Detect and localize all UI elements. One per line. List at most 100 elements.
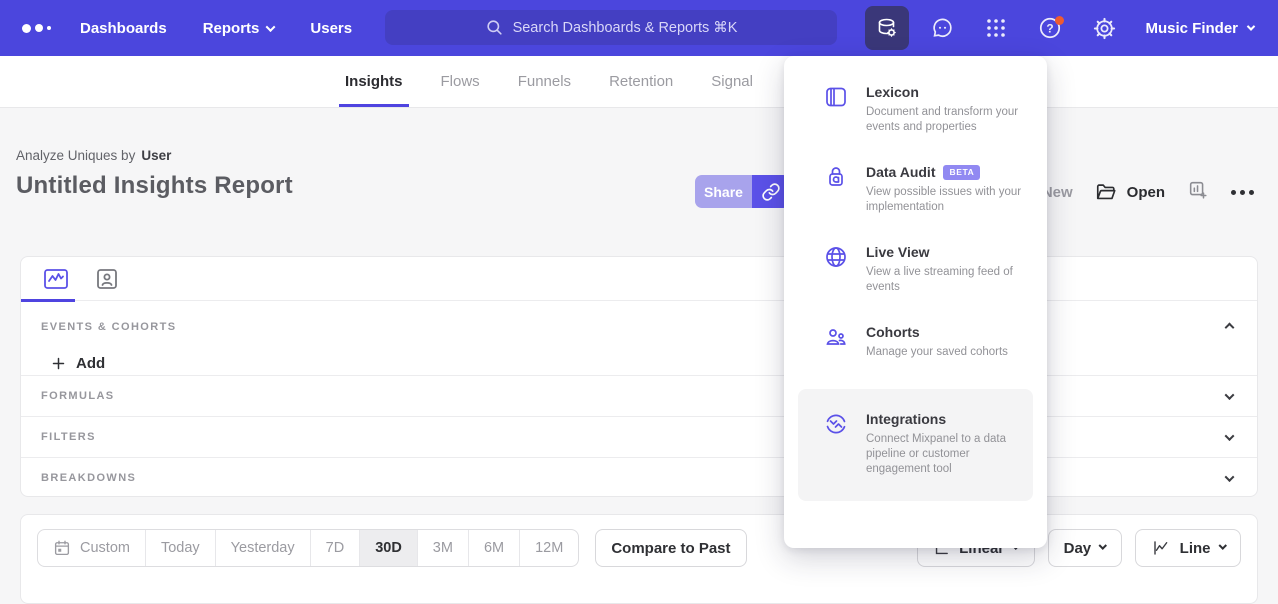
report-title[interactable]: Untitled Insights Report	[16, 172, 293, 200]
lexicon-book-icon	[824, 85, 848, 109]
range-7d[interactable]: 7D	[310, 530, 360, 566]
compare-label: Compare to Past	[611, 540, 730, 557]
tab-events-mode[interactable]	[43, 257, 69, 301]
nav-users[interactable]: Users	[310, 20, 352, 37]
line-chart-icon	[43, 267, 69, 291]
chevron-down-icon	[1247, 22, 1255, 30]
analyze-prefix: Analyze Uniques by	[16, 148, 135, 163]
top-navigation-bar: Dashboards Reports Users Search Dashboar…	[0, 0, 1278, 56]
menu-item-title: Lexicon	[866, 84, 919, 100]
workspace-selector[interactable]: Music Finder	[1145, 20, 1254, 37]
range-yesterday[interactable]: Yesterday	[215, 530, 310, 566]
share-button[interactable]: Share	[695, 175, 752, 208]
data-management-dropdown: Lexicon Document and transform your even…	[784, 56, 1047, 548]
expand-section-button[interactable]	[1222, 383, 1237, 409]
range-today[interactable]: Today	[145, 530, 215, 566]
tab-label: Signal	[711, 73, 753, 90]
chevron-down-icon	[1225, 431, 1235, 441]
section-formulas[interactable]: FORMULAS	[21, 375, 1257, 416]
integrations-sync-icon	[824, 412, 848, 436]
range-custom[interactable]: Custom	[38, 530, 145, 566]
more-options-button[interactable]	[1231, 190, 1254, 195]
tab-flows[interactable]: Flows	[441, 56, 480, 107]
add-event-button[interactable]: Add	[51, 355, 1237, 372]
beta-badge: BETA	[943, 165, 980, 180]
menu-item-live-view[interactable]: Live View View a live streaming feed of …	[784, 244, 1047, 295]
menu-item-integrations[interactable]: Integrations Connect Mixpanel to a data …	[798, 389, 1033, 501]
mixpanel-logo-icon[interactable]	[22, 24, 56, 33]
add-to-dashboard-button[interactable]	[1187, 179, 1209, 206]
range-6m[interactable]: 6M	[468, 530, 519, 566]
user-card-icon	[95, 267, 119, 291]
range-label: 30D	[375, 540, 402, 556]
menu-item-description: Connect Mixpanel to a data pipeline or c…	[866, 432, 1023, 477]
settings-button[interactable]	[1083, 6, 1125, 50]
calendar-icon	[53, 539, 71, 557]
tab-label: Flows	[441, 73, 480, 90]
tab-label: Insights	[345, 73, 403, 90]
range-label: 12M	[535, 540, 563, 556]
chevron-down-icon	[1225, 390, 1235, 400]
tab-users-mode[interactable]	[95, 257, 119, 301]
apps-grid-button[interactable]	[975, 6, 1017, 50]
tab-label: Retention	[609, 73, 673, 90]
range-30d[interactable]: 30D	[359, 530, 417, 566]
menu-item-description: Document and transform your events and p…	[866, 105, 1031, 135]
menu-item-description: View a live streaming feed of events	[866, 265, 1031, 295]
range-label: Today	[161, 540, 200, 556]
tab-insights[interactable]: Insights	[345, 56, 403, 107]
query-mode-tabs	[21, 257, 1257, 301]
compare-to-past-button[interactable]: Compare to Past	[595, 529, 746, 567]
chart-type-label: Line	[1180, 540, 1211, 557]
tab-funnels[interactable]: Funnels	[518, 56, 571, 107]
topbar-utilities: ? Music Finder	[865, 0, 1264, 56]
global-search-input[interactable]: Search Dashboards & Reports ⌘K	[385, 10, 837, 45]
chevron-up-icon	[1225, 323, 1235, 333]
tab-signal[interactable]: Signal	[711, 56, 753, 107]
menu-item-cohorts[interactable]: Cohorts Manage your saved cohorts	[784, 324, 1047, 360]
report-actions: New Open	[1042, 176, 1254, 208]
nav-users-label: Users	[310, 20, 352, 37]
menu-item-data-audit[interactable]: Data Audit BETA View possible issues wit…	[784, 164, 1047, 215]
nav-dashboards[interactable]: Dashboards	[80, 20, 167, 37]
section-breakdowns[interactable]: BREAKDOWNS	[21, 457, 1257, 498]
search-icon	[485, 18, 504, 37]
primary-nav: Dashboards Reports Users	[80, 20, 352, 37]
collapse-section-button[interactable]	[1222, 314, 1237, 340]
grid-dots-icon	[984, 16, 1008, 40]
range-label: 3M	[433, 540, 453, 556]
menu-item-lexicon[interactable]: Lexicon Document and transform your even…	[784, 84, 1047, 135]
menu-item-text: Data Audit BETA View possible issues wit…	[866, 164, 1031, 215]
range-label: 6M	[484, 540, 504, 556]
live-view-globe-icon	[824, 245, 848, 269]
section-label: BREAKDOWNS	[41, 472, 136, 484]
section-label: EVENTS & COHORTS	[41, 321, 176, 333]
open-report-button[interactable]: Open	[1095, 181, 1165, 203]
folder-open-icon	[1095, 181, 1117, 203]
menu-item-description: Manage your saved cohorts	[866, 345, 1008, 360]
expand-section-button[interactable]	[1222, 424, 1237, 450]
menu-item-title: Live View	[866, 244, 930, 260]
gear-icon	[1092, 16, 1117, 41]
query-builder-card: EVENTS & COHORTS Add FORMULAS FILTERS BR…	[20, 256, 1258, 497]
section-events-cohorts: EVENTS & COHORTS Add	[21, 301, 1257, 375]
range-12m[interactable]: 12M	[519, 530, 578, 566]
add-label: Add	[76, 355, 105, 372]
expand-section-button[interactable]	[1222, 465, 1237, 491]
section-filters[interactable]: FILTERS	[21, 416, 1257, 457]
interval-dropdown[interactable]: Day	[1048, 529, 1122, 567]
tab-retention[interactable]: Retention	[609, 56, 673, 107]
database-gear-icon	[875, 16, 899, 40]
data-management-button[interactable]	[865, 6, 909, 50]
nav-reports[interactable]: Reports	[203, 20, 275, 37]
section-label: FILTERS	[41, 431, 96, 443]
help-button[interactable]: ?	[1029, 6, 1071, 50]
date-range-controls: Custom Today Yesterday 7D 30D 3M 6M 12M …	[37, 529, 747, 567]
chevron-down-icon	[1218, 541, 1226, 549]
analyze-entity-selector[interactable]: User	[141, 148, 171, 163]
chart-type-dropdown[interactable]: Line	[1135, 529, 1241, 567]
svg-text:?: ?	[1047, 21, 1054, 35]
range-3m[interactable]: 3M	[417, 530, 468, 566]
cohorts-users-icon	[824, 325, 848, 349]
messages-button[interactable]	[921, 6, 963, 50]
